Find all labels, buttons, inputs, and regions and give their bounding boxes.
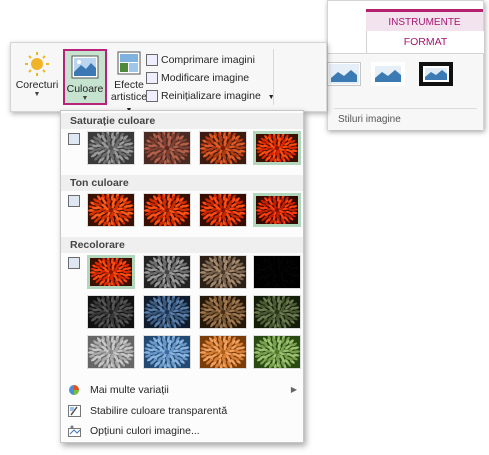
culoare-dropdown-menu: Saturație culoare Ton culoare Recolorare…	[60, 110, 304, 443]
recolor-option-4[interactable]	[253, 255, 301, 289]
transparent-color-icon	[68, 405, 81, 417]
styles-group-label: Stiluri imagine	[338, 114, 401, 125]
sun-icon	[22, 51, 52, 77]
tone-option-2[interactable]	[143, 193, 191, 227]
recolor-option-2[interactable]	[143, 255, 191, 289]
mai-multe-variatii-item[interactable]: Mai multe variații ▶	[61, 381, 303, 399]
tone-option-3[interactable]	[199, 193, 247, 227]
modificare-imagine-button[interactable]: Modificare imagine	[146, 69, 249, 87]
efecte-artistice-button[interactable]: Efecte artistice ▼	[107, 47, 151, 114]
corecturi-label: Corecturi	[15, 79, 59, 91]
comprimare-label: Comprimare imagini	[161, 54, 255, 66]
saturatie-header: Saturație culoare	[61, 113, 303, 129]
tone-option-4[interactable]	[253, 193, 301, 227]
recolor-option-7[interactable]	[199, 295, 247, 329]
recolor-option-12[interactable]	[253, 335, 301, 369]
efecte-label-line1: Efecte	[114, 79, 144, 91]
picture-color-icon	[70, 55, 100, 81]
recolor-option-5[interactable]	[87, 295, 135, 329]
stabilire-culoare-transparenta-item[interactable]: Stabilire culoare transparentă	[61, 402, 303, 420]
compress-icon	[146, 54, 158, 67]
saturation-option-1[interactable]	[87, 131, 135, 165]
contextual-group-title: INSTRUMENTE IMAGINE	[366, 9, 483, 50]
recolor-option-9[interactable]	[87, 335, 135, 369]
dropdown-arrow-icon: ▼	[33, 91, 41, 98]
recolor-option-3[interactable]	[199, 255, 247, 289]
recolor-option-1[interactable]	[87, 255, 135, 289]
divider	[273, 49, 274, 105]
divider	[334, 108, 477, 109]
color-wheel-icon	[68, 384, 81, 396]
artistic-effects-icon	[114, 51, 144, 77]
recolor-option-10[interactable]	[143, 335, 191, 369]
optiuni-culori-imagine-item[interactable]: Opțiuni culori imagine...	[61, 422, 303, 440]
change-picture-icon	[146, 72, 158, 85]
tone-option-1[interactable]	[87, 193, 135, 227]
picture-color-options-icon	[68, 425, 81, 437]
tone-icon	[68, 195, 80, 207]
picture-style-3[interactable]	[371, 62, 405, 86]
picture-style-4[interactable]	[419, 62, 453, 86]
efecte-label-line2-text: artistice	[110, 91, 148, 103]
corecturi-button[interactable]: Corecturi ▼	[15, 47, 59, 107]
comprimare-imagini-button[interactable]: Comprimare imagini	[146, 51, 255, 69]
saturation-icon	[68, 133, 80, 145]
submenu-arrow-icon: ▶	[290, 385, 297, 394]
recolor-option-11[interactable]	[199, 335, 247, 369]
ton-header: Ton culoare	[61, 175, 303, 191]
saturation-option-3[interactable]	[199, 131, 247, 165]
adjust-ribbon-group: Corecturi ▼ Culoare ▼ Efecte artistice ▼…	[10, 42, 327, 114]
modificare-label: Modificare imagine	[161, 72, 250, 84]
recolor-option-8[interactable]	[253, 295, 301, 329]
mai-multe-variatii-label: Mai multe variații	[90, 384, 169, 396]
reinitializare-imagine-button[interactable]: Reinițializare imagine ▼	[146, 87, 275, 105]
recolorare-header: Recolorare	[61, 237, 303, 253]
stabilire-culoare-transparenta-label: Stabilire culoare transparentă	[90, 405, 228, 417]
reset-picture-icon	[146, 90, 158, 103]
picture-style-2[interactable]	[327, 62, 361, 86]
saturation-option-4[interactable]	[253, 131, 301, 165]
recolor-icon	[68, 257, 80, 269]
optiuni-culori-imagine-label: Opțiuni culori imagine...	[90, 425, 200, 437]
dropdown-arrow-icon: ▼	[81, 95, 89, 102]
culoare-button[interactable]: Culoare ▼	[63, 49, 107, 105]
recolor-option-6[interactable]	[143, 295, 191, 329]
saturation-option-2[interactable]	[143, 131, 191, 165]
culoare-label: Culoare	[66, 83, 104, 95]
reinitializare-label: Reinițializare imagine	[161, 90, 261, 102]
